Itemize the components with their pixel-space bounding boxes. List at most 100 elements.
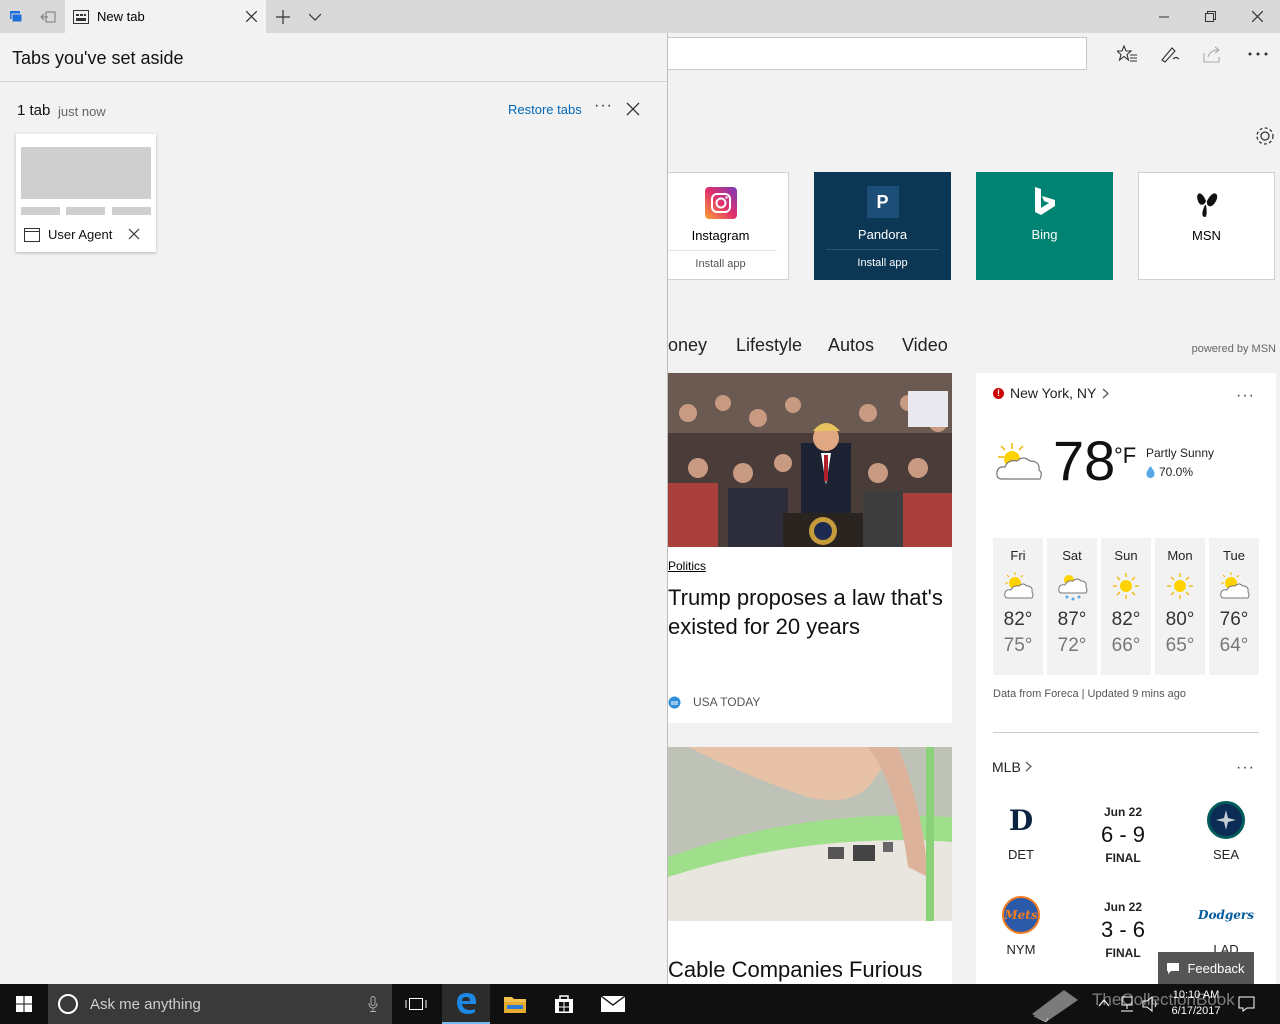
set-aside-icon xyxy=(40,11,56,22)
title-bar: New tab xyxy=(0,0,1280,33)
microphone-icon[interactable] xyxy=(368,996,378,1012)
aside-tab-thumbnail[interactable]: User Agent xyxy=(16,134,156,252)
feedback-button[interactable]: Feedback xyxy=(1158,952,1254,984)
news-headline[interactable]: Cable Companies Furious xyxy=(668,957,922,983)
forecast-day[interactable]: Mon 80° 65° xyxy=(1155,538,1205,675)
game-score: Jun 22 3 - 6 FINAL xyxy=(1093,900,1153,960)
category-video[interactable]: Video xyxy=(902,335,948,356)
chevron-down-icon xyxy=(309,13,321,21)
rain-icon xyxy=(1058,575,1088,601)
instagram-icon xyxy=(704,187,737,219)
tile-bing[interactable]: Bing xyxy=(976,172,1113,280)
forecast-low: 64° xyxy=(1219,635,1249,656)
new-tab-button[interactable] xyxy=(268,0,298,33)
share-button[interactable] xyxy=(1193,37,1233,70)
group-tab-count: 1 tab xyxy=(17,102,51,119)
forecast-day[interactable]: Sat 87° 72° xyxy=(1047,538,1097,675)
address-bar[interactable] xyxy=(668,37,1087,70)
tab-close-button[interactable] xyxy=(236,0,266,33)
folder-icon xyxy=(504,997,526,1013)
forecast-day[interactable]: Fri 82° 75° xyxy=(993,538,1043,675)
weather-location-link[interactable]: ! New York, NY xyxy=(993,385,1110,401)
humidity-value: 70.0% xyxy=(1159,465,1194,479)
mlb-title-link[interactable]: MLB xyxy=(992,759,1032,775)
tile-msn[interactable]: MSN xyxy=(1138,172,1275,280)
news-headline[interactable]: Trump proposes a law that's existed for … xyxy=(668,583,948,641)
close-window-button[interactable] xyxy=(1234,0,1280,33)
forecast-day-name: Mon xyxy=(1167,548,1193,563)
mlb-more-button[interactable]: ··· xyxy=(1236,759,1255,777)
cortana-icon xyxy=(58,994,78,1014)
favorites-button[interactable] xyxy=(1107,37,1147,70)
forecast-low: 72° xyxy=(1057,635,1087,656)
new-tab-page-icon xyxy=(73,9,89,24)
forecast-day[interactable]: Tue 76° 64° xyxy=(1209,538,1259,675)
mlb-game[interactable]: D DET Jun 22 6 - 9 FINAL SEA xyxy=(976,801,1276,881)
partly-sunny-icon xyxy=(1004,572,1034,599)
close-icon[interactable] xyxy=(128,228,140,240)
tile-install-link[interactable]: Install app xyxy=(857,257,907,269)
mail-button[interactable] xyxy=(589,984,637,1024)
tile-instagram[interactable]: Instagram Install app xyxy=(668,172,789,280)
forecast-day-name: Fri xyxy=(1010,548,1026,563)
close-icon xyxy=(245,11,257,22)
favorites-icon xyxy=(1117,44,1137,62)
category-lifestyle[interactable]: Lifestyle xyxy=(736,335,802,356)
tile-name: Bing xyxy=(1031,227,1058,242)
volume-icon[interactable] xyxy=(1142,996,1160,1012)
category-money[interactable]: oney xyxy=(668,335,707,356)
weather-source[interactable]: Data from Foreca | Updated 9 mins ago xyxy=(993,688,1186,700)
tile-pandora[interactable]: P Pandora Install app xyxy=(814,172,951,280)
restore-button[interactable] xyxy=(1187,0,1233,33)
raindrop-icon xyxy=(1146,466,1155,478)
news-category[interactable]: Politics xyxy=(668,559,706,573)
chevron-up-icon[interactable] xyxy=(1098,999,1110,1007)
file-explorer-button[interactable] xyxy=(491,984,539,1024)
cortana-search[interactable]: Ask me anything xyxy=(48,984,392,1024)
edge-taskbar-button[interactable] xyxy=(442,984,490,1024)
team-abbr: DET xyxy=(1008,847,1034,862)
windows-icon xyxy=(16,996,32,1012)
group-more-button[interactable]: ··· xyxy=(594,97,613,115)
more-button[interactable] xyxy=(1238,37,1278,70)
web-note-button[interactable] xyxy=(1150,37,1190,70)
clock-date: 6/17/2017 xyxy=(1171,1005,1221,1017)
customize-button[interactable] xyxy=(1254,125,1276,147)
book-watermark-icon xyxy=(1032,990,1078,1022)
team-abbr: SEA xyxy=(1212,847,1239,862)
category-autos[interactable]: Autos xyxy=(828,335,874,356)
tab-new-tab[interactable]: New tab xyxy=(65,0,266,33)
task-view-button[interactable] xyxy=(392,984,440,1024)
set-aside-button[interactable] xyxy=(32,0,64,33)
action-center-icon[interactable] xyxy=(1238,996,1255,1012)
system-clock[interactable]: 10:10 AM 6/17/2017 xyxy=(1165,987,1227,1019)
usa-today-icon xyxy=(668,696,681,708)
team-abbr: NYM xyxy=(1006,942,1036,957)
feedback-icon xyxy=(1167,962,1180,974)
tab-preview-button[interactable] xyxy=(300,0,330,33)
forecast-high: 76° xyxy=(1219,609,1249,630)
group-close-button[interactable] xyxy=(626,102,642,118)
store-button[interactable] xyxy=(540,984,588,1024)
tile-divider xyxy=(668,250,777,251)
start-button[interactable] xyxy=(0,984,48,1024)
team-away: SEA xyxy=(1196,801,1256,862)
weather-more-button[interactable]: ··· xyxy=(1236,387,1255,405)
tile-install-link[interactable]: Install app xyxy=(695,258,745,270)
forecast-day[interactable]: Sun 82° 66° xyxy=(1101,538,1151,675)
news-source-label: USA TODAY xyxy=(693,695,761,709)
powered-by[interactable]: powered by MSN xyxy=(1192,343,1276,355)
sunny-icon xyxy=(1113,573,1139,599)
news-card[interactable]: Cable Companies Furious xyxy=(668,747,952,984)
game-date: Jun 22 xyxy=(1103,900,1142,914)
tabs-aside-button[interactable] xyxy=(0,0,32,33)
news-card[interactable]: Politics Trump proposes a law that's exi… xyxy=(668,373,952,723)
minimize-button[interactable] xyxy=(1141,0,1187,33)
network-icon[interactable] xyxy=(1118,996,1136,1012)
tigers-logo: D xyxy=(1008,803,1034,837)
msn-icon xyxy=(1191,187,1223,219)
task-view-icon xyxy=(405,998,427,1010)
news-photo xyxy=(668,747,952,921)
weather-unit[interactable]: °F xyxy=(1114,443,1136,469)
restore-tabs-link[interactable]: Restore tabs xyxy=(508,102,582,117)
